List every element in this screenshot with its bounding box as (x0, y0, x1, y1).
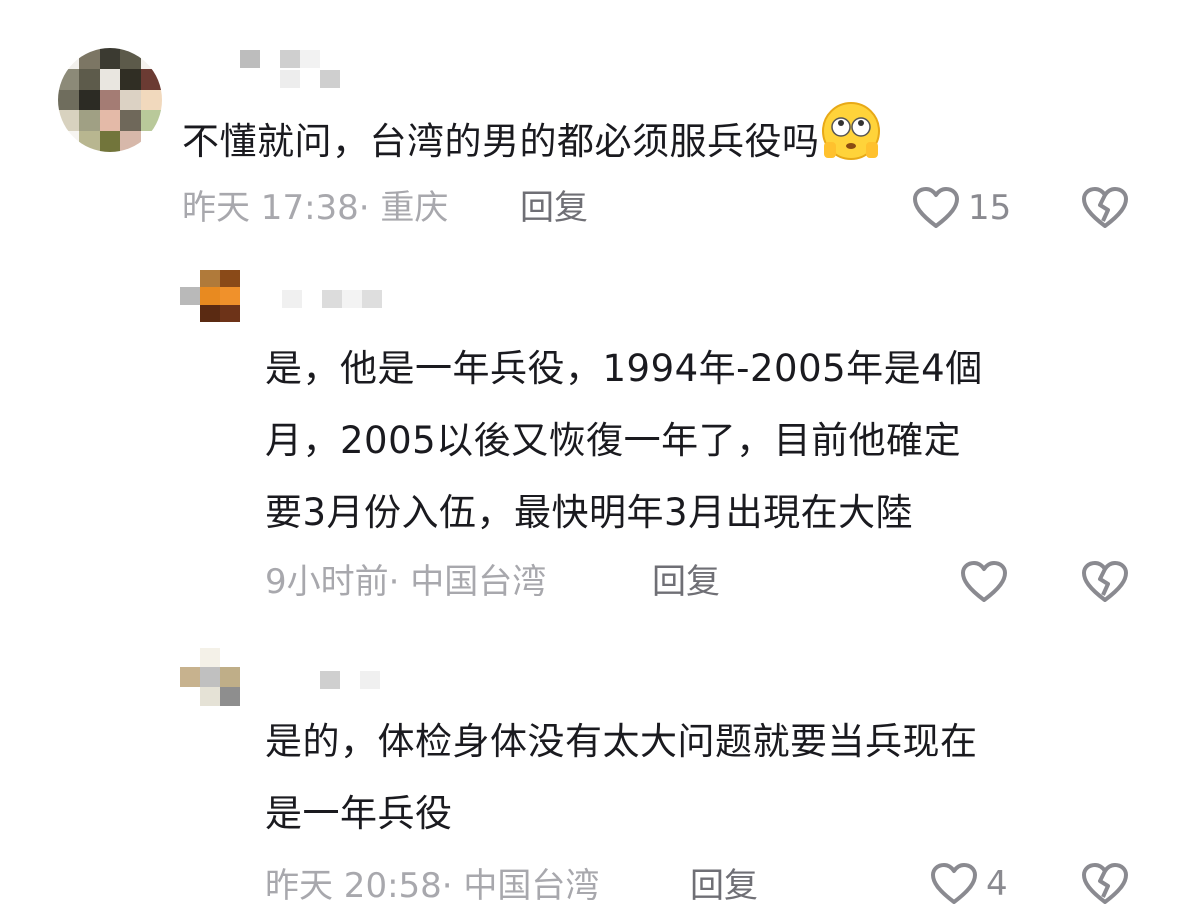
like-button[interactable] (960, 560, 1016, 604)
broken-heart-icon[interactable] (1080, 862, 1130, 906)
comment-text-line: 要3月份入伍，最快明年3月出現在大陸 (265, 491, 914, 534)
comment-text-line: 月，2005以後又恢復一年了，目前他確定 (265, 419, 962, 462)
comment-text-line: 是，他是一年兵役，1994年-2005年是4個 (265, 347, 983, 390)
flushed-face-icon (820, 100, 882, 186)
username[interactable] (282, 290, 382, 308)
comment-text-line: 不懂就问，台湾的男的都必须服兵役吗 (182, 120, 820, 163)
timestamp: 昨天 17:38 (182, 188, 359, 228)
comment-text: 不懂就问，台湾的男的都必须服兵役吗 (182, 100, 882, 186)
broken-heart-icon[interactable] (1080, 186, 1130, 230)
heart-outline-icon (960, 560, 1008, 604)
comment-text: 是，他是一年兵役，1994年-2005年是4個 月，2005以後又恢復一年了，目… (265, 333, 983, 549)
reply-button[interactable]: 回复 (520, 188, 588, 228)
comment-text-line: 是一年兵役 (265, 792, 453, 835)
username[interactable] (320, 671, 380, 689)
heart-outline-icon (930, 862, 978, 906)
like-button[interactable]: 15 (912, 186, 1011, 230)
username[interactable] (240, 50, 320, 68)
heart-outline-icon (912, 186, 960, 230)
like-count: 4 (986, 864, 1008, 904)
timestamp: 9小时前 (265, 562, 389, 602)
comment-meta: 昨天 20:58· 中国台湾 (265, 866, 599, 906)
comment-meta: 昨天 17:38· 重庆 (182, 188, 448, 228)
like-count: 15 (968, 188, 1012, 228)
username[interactable] (280, 70, 340, 88)
avatar[interactable] (180, 648, 240, 706)
comment-meta: 9小时前· 中国台湾 (265, 562, 546, 602)
avatar[interactable] (180, 270, 240, 322)
like-button[interactable]: 4 (930, 862, 1008, 906)
reply-button[interactable]: 回复 (652, 562, 720, 602)
avatar[interactable] (58, 48, 162, 152)
timestamp: 昨天 20:58 (265, 866, 442, 906)
location: · 重庆 (358, 188, 449, 228)
comment-text-line: 是的，体检身体没有太大问题就要当兵现在 (265, 720, 978, 763)
reply-button[interactable]: 回复 (690, 866, 758, 906)
location: · 中国台湾 (388, 562, 547, 602)
broken-heart-icon[interactable] (1080, 560, 1130, 604)
comment-text: 是的，体检身体没有太大问题就要当兵现在 是一年兵役 (265, 706, 978, 850)
location: · 中国台湾 (441, 866, 600, 906)
